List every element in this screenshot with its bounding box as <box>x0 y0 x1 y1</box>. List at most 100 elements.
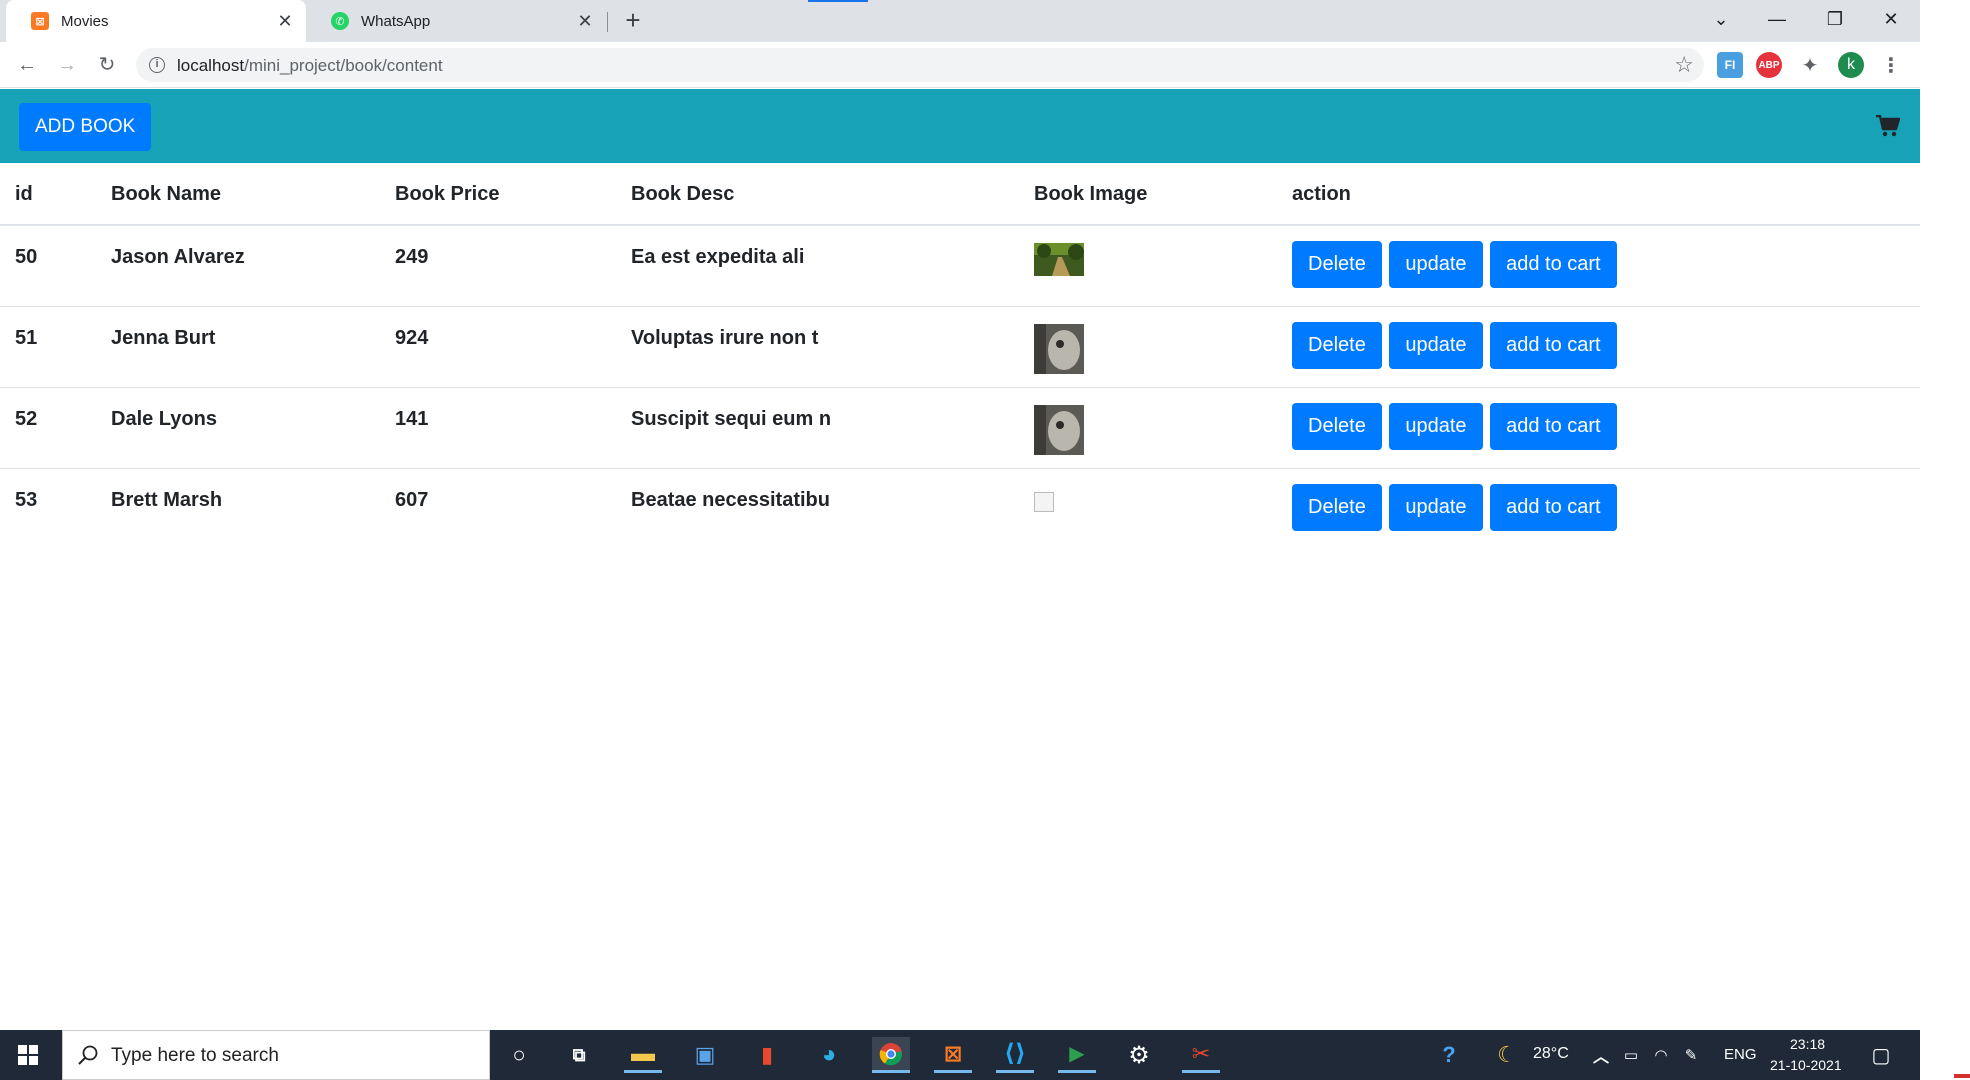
update-button[interactable]: update <box>1389 402 1483 450</box>
action-cell: Delete update add to cart <box>1277 224 1920 306</box>
weather-moon-icon[interactable]: ☾ <box>1488 1037 1526 1073</box>
update-button[interactable]: update <box>1389 483 1483 531</box>
add-book-button[interactable]: ADD BOOK <box>19 103 152 151</box>
address-bar[interactable]: i localhost/mini_project/book/content ☆ <box>136 48 1704 82</box>
clock-time[interactable]: 23:18 <box>1790 1036 1825 1052</box>
reload-icon[interactable]: ↻ <box>93 51 121 79</box>
file-explorer-icon[interactable]: ▬ <box>624 1037 662 1073</box>
browser-window: ⊠ Movies ✕ ✆ WhatsApp ✕ + ⌄ — ❐ ✕ ← → ↻ … <box>0 0 1920 1080</box>
settings-gear-icon[interactable]: ⚙ <box>1120 1037 1158 1073</box>
tab-movies[interactable]: ⊠ Movies ✕ <box>6 0 306 42</box>
delete-button[interactable]: Delete <box>1292 483 1382 531</box>
add-to-cart-button[interactable]: add to cart <box>1490 321 1617 369</box>
column-header-book-price: Book Price <box>380 165 616 226</box>
search-icon <box>78 1045 98 1065</box>
table-row: 51 Jenna Burt 924 Voluptas irure non t D… <box>0 305 1920 387</box>
meet-icon[interactable]: ▶ <box>1058 1037 1096 1073</box>
restore-icon[interactable]: ❐ <box>1806 0 1864 40</box>
help-icon[interactable]: ? <box>1430 1037 1468 1073</box>
office-icon[interactable]: ▮ <box>748 1037 786 1073</box>
chrome-icon[interactable] <box>872 1037 910 1073</box>
minimize-icon[interactable]: — <box>1748 0 1806 40</box>
back-arrow-icon[interactable]: ← <box>13 51 41 79</box>
forward-arrow-icon[interactable]: → <box>53 51 81 79</box>
update-button[interactable]: update <box>1389 241 1483 288</box>
new-tab-icon[interactable]: + <box>620 7 646 34</box>
notifications-icon[interactable]: ▢ <box>1862 1037 1900 1073</box>
outer-margin <box>1920 0 1970 1080</box>
book-id: 52 <box>0 386 96 468</box>
column-header-action: action <box>1277 165 1920 226</box>
site-info-icon[interactable]: i <box>149 57 165 73</box>
delete-button[interactable]: Delete <box>1292 241 1382 288</box>
xampp-favicon-icon: ⊠ <box>31 12 49 30</box>
tab-whatsapp[interactable]: ✆ WhatsApp ✕ <box>306 0 606 42</box>
extensions-puzzle-icon[interactable]: ✦ <box>1797 52 1823 78</box>
action-cell: Delete update add to cart <box>1277 386 1920 468</box>
add-to-cart-button[interactable]: add to cart <box>1490 483 1617 531</box>
shopping-cart-icon[interactable] <box>1876 115 1900 137</box>
cortana-icon[interactable]: ○ <box>500 1037 538 1073</box>
snipping-tool-icon[interactable]: ✂ <box>1182 1037 1220 1073</box>
clock-date[interactable]: 21-10-2021 <box>1770 1057 1842 1073</box>
table-header-row: id Book Name Book Price Book Desc Book I… <box>0 165 1920 226</box>
close-window-icon[interactable]: ✕ <box>1862 0 1920 40</box>
screen: ⊠ Movies ✕ ✆ WhatsApp ✕ + ⌄ — ❐ ✕ ← → ↻ … <box>0 0 1970 1080</box>
close-tab-icon[interactable]: ✕ <box>276 12 294 30</box>
table-row: 53 Brett Marsh 607 Beatae necessitatibu … <box>0 467 1920 549</box>
windows-start-icon[interactable] <box>18 1045 38 1065</box>
task-view-icon[interactable]: ⧉ <box>560 1037 598 1073</box>
pen-icon[interactable]: ✎ <box>1672 1037 1710 1073</box>
url-text: localhost/mini_project/book/content <box>177 56 443 75</box>
close-tab-icon[interactable]: ✕ <box>576 12 594 30</box>
book-name: Jason Alvarez <box>96 224 380 306</box>
extension-fi-icon[interactable]: FI <box>1717 52 1743 78</box>
language-indicator[interactable]: ENG <box>1724 1046 1757 1063</box>
vscode-icon[interactable]: ⟨⟩ <box>996 1037 1034 1073</box>
table-row: 52 Dale Lyons 141 Suscipit sequi eum n D… <box>0 386 1920 468</box>
book-id: 51 <box>0 305 96 387</box>
tab-strip: ⊠ Movies ✕ ✆ WhatsApp ✕ + ⌄ — ❐ ✕ <box>0 0 1920 42</box>
books-table: id Book Name Book Price Book Desc Book I… <box>0 165 1920 549</box>
delete-button[interactable]: Delete <box>1292 321 1382 369</box>
search-placeholder: Type here to search <box>111 1045 279 1066</box>
book-id: 50 <box>0 224 96 306</box>
action-cell: Delete update add to cart <box>1277 467 1920 549</box>
tab-search-chevron-icon[interactable]: ⌄ <box>1692 0 1750 40</box>
book-price: 141 <box>380 386 616 468</box>
book-image-cell <box>1019 305 1277 387</box>
tab-title: WhatsApp <box>361 12 431 30</box>
delete-button[interactable]: Delete <box>1292 402 1382 450</box>
book-id: 53 <box>0 467 96 549</box>
loading-indicator <box>808 0 868 2</box>
book-image-cell <box>1019 467 1277 549</box>
tab-title: Movies <box>61 12 109 30</box>
book-name: Jenna Burt <box>96 305 380 387</box>
xampp-icon[interactable]: ⊠ <box>934 1037 972 1073</box>
taskbar-search-box[interactable]: Type here to search <box>62 1030 490 1080</box>
book-desc: Ea est expedita ali <box>616 224 1019 306</box>
update-button[interactable]: update <box>1389 321 1483 369</box>
bookmark-star-icon[interactable]: ☆ <box>1674 52 1694 78</box>
book-price: 249 <box>380 224 616 306</box>
column-header-book-desc: Book Desc <box>616 165 1019 226</box>
edge-icon[interactable]: ◕ <box>810 1037 848 1073</box>
tab-separator <box>607 12 608 32</box>
weather-temperature[interactable]: 28°C <box>1533 1045 1569 1063</box>
book-image-owl <box>1034 323 1084 374</box>
column-header-book-image: Book Image <box>1019 165 1277 226</box>
book-price: 924 <box>380 305 616 387</box>
book-name: Brett Marsh <box>96 467 380 549</box>
browser-menu-icon[interactable]: ⋮ <box>1878 52 1904 78</box>
book-desc: Beatae necessitatibu <box>616 467 1019 549</box>
table-row: 50 Jason Alvarez 249 Ea est expedita ali… <box>0 224 1920 306</box>
book-desc: Suscipit sequi eum n <box>616 386 1019 468</box>
add-to-cart-button[interactable]: add to cart <box>1490 402 1617 450</box>
book-image-cell <box>1019 224 1277 306</box>
microsoft-store-icon[interactable]: ▣ <box>686 1037 724 1073</box>
profile-avatar[interactable]: k <box>1838 52 1864 78</box>
adblock-plus-icon[interactable]: ABP <box>1756 52 1782 78</box>
book-price: 607 <box>380 467 616 549</box>
book-image-owl <box>1034 404 1084 455</box>
add-to-cart-button[interactable]: add to cart <box>1490 241 1617 288</box>
